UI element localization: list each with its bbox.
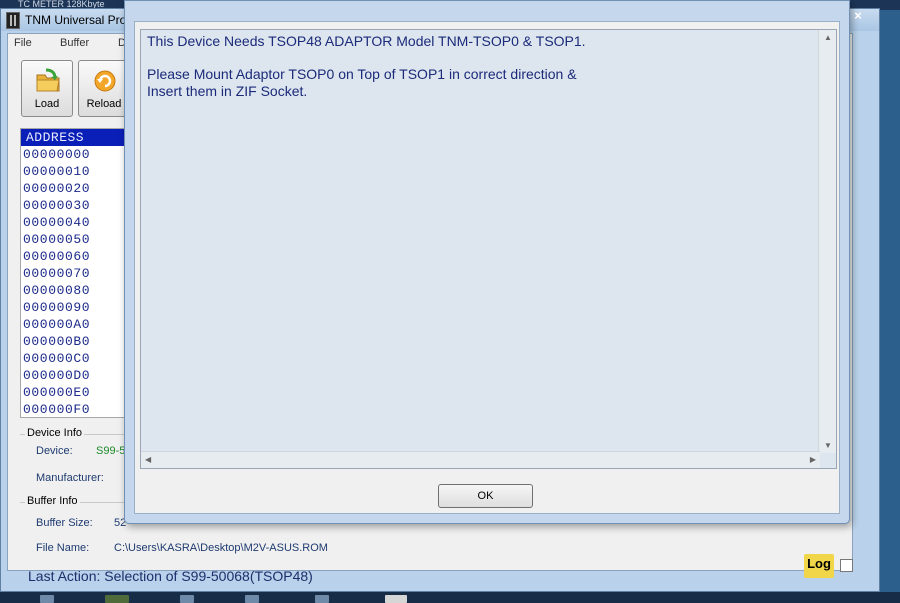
load-folder-icon [36,68,60,92]
address-row: 00000090 [23,300,91,315]
taskbar-icon[interactable] [315,595,329,603]
message-line-2: Please Mount Adaptor TSOP0 on Top of TSO… [147,66,577,82]
address-row: 00000030 [23,198,91,213]
address-row: 000000D0 [23,368,91,383]
address-row: 00000040 [23,215,91,230]
address-row: 000000A0 [23,317,91,332]
reload-icon [94,70,116,92]
horizontal-scrollbar[interactable]: ◀ ▶ [141,451,820,468]
last-action-status: Last Action: Selection of S99-50068(TSOP… [28,568,313,584]
reload-label: Reload [86,98,122,110]
address-row: 00000020 [23,181,91,196]
buffer-info-title: Buffer Info [25,495,80,507]
dialog-body: This Device Needs TSOP48 ADAPTOR Model T… [134,21,840,514]
app-icon [6,12,20,29]
load-label: Load [34,98,60,110]
taskbar-icon[interactable] [105,595,129,603]
address-header: ADDRESS [21,129,131,146]
device-info-group: Device Info [20,427,132,495]
address-row: 000000B0 [23,334,91,349]
address-row: 00000060 [23,249,91,264]
message-text: This Device Needs TSOP48 ADAPTOR Model T… [147,33,807,99]
scroll-down-arrow-icon[interactable]: ▼ [824,441,832,450]
taskbar-icon[interactable] [385,595,407,603]
manufacturer-label: Manufacturer: [36,472,104,484]
address-panel[interactable]: ADDRESS 00000000 00000010 00000020 00000030… [20,128,132,418]
adaptor-dialog: This Device Needs TSOP48 ADAPTOR Model T… [124,0,850,524]
buffer-size-label: Buffer Size: [36,517,93,529]
message-line-3: Insert them in ZIF Socket. [147,82,308,99]
taskbar-icon[interactable] [180,595,194,603]
address-row: 00000000 [23,147,91,162]
message-box[interactable]: This Device Needs TSOP48 ADAPTOR Model T… [140,29,837,469]
close-icon[interactable]: × [851,9,865,23]
scroll-up-arrow-icon[interactable]: ▲ [824,33,832,42]
taskbar [0,592,900,603]
file-name-label: File Name: [36,542,90,554]
load-button[interactable]: Load [21,60,73,117]
menu-file[interactable]: File [14,37,32,49]
file-name-value: C:\Users\KASRA\Desktop\M2V-ASUS.ROM [114,542,328,554]
reload-button[interactable]: Reload [78,60,130,117]
taskbar-icon[interactable] [40,595,54,603]
window-title: TNM Universal Pro [25,13,127,27]
address-row: 00000080 [23,283,91,298]
ok-button[interactable]: OK [438,484,533,508]
address-row: 00000010 [23,164,91,179]
message-line-1: This Device Needs TSOP48 ADAPTOR Model T… [147,33,586,49]
address-row: 000000E0 [23,385,91,400]
log-button[interactable]: Log [804,554,834,578]
address-row: 00000050 [23,232,91,247]
device-value: S99-5 [96,445,126,457]
menu-buffer[interactable]: Buffer [60,37,89,49]
taskbar-icon[interactable] [245,595,259,603]
scroll-left-arrow-icon[interactable]: ◀ [145,455,151,464]
address-row: 000000F0 [23,402,91,417]
log-checkbox[interactable] [840,559,853,572]
device-info-title: Device Info [25,427,85,439]
address-row: 00000070 [23,266,91,281]
scroll-right-arrow-icon[interactable]: ▶ [810,455,816,464]
vertical-scrollbar[interactable]: ▲ ▼ [818,30,836,453]
address-rows: 00000000 00000010 00000020 00000030 00000040… [21,146,131,418]
device-label: Device: [36,445,73,457]
address-row: 000000C0 [23,351,91,366]
